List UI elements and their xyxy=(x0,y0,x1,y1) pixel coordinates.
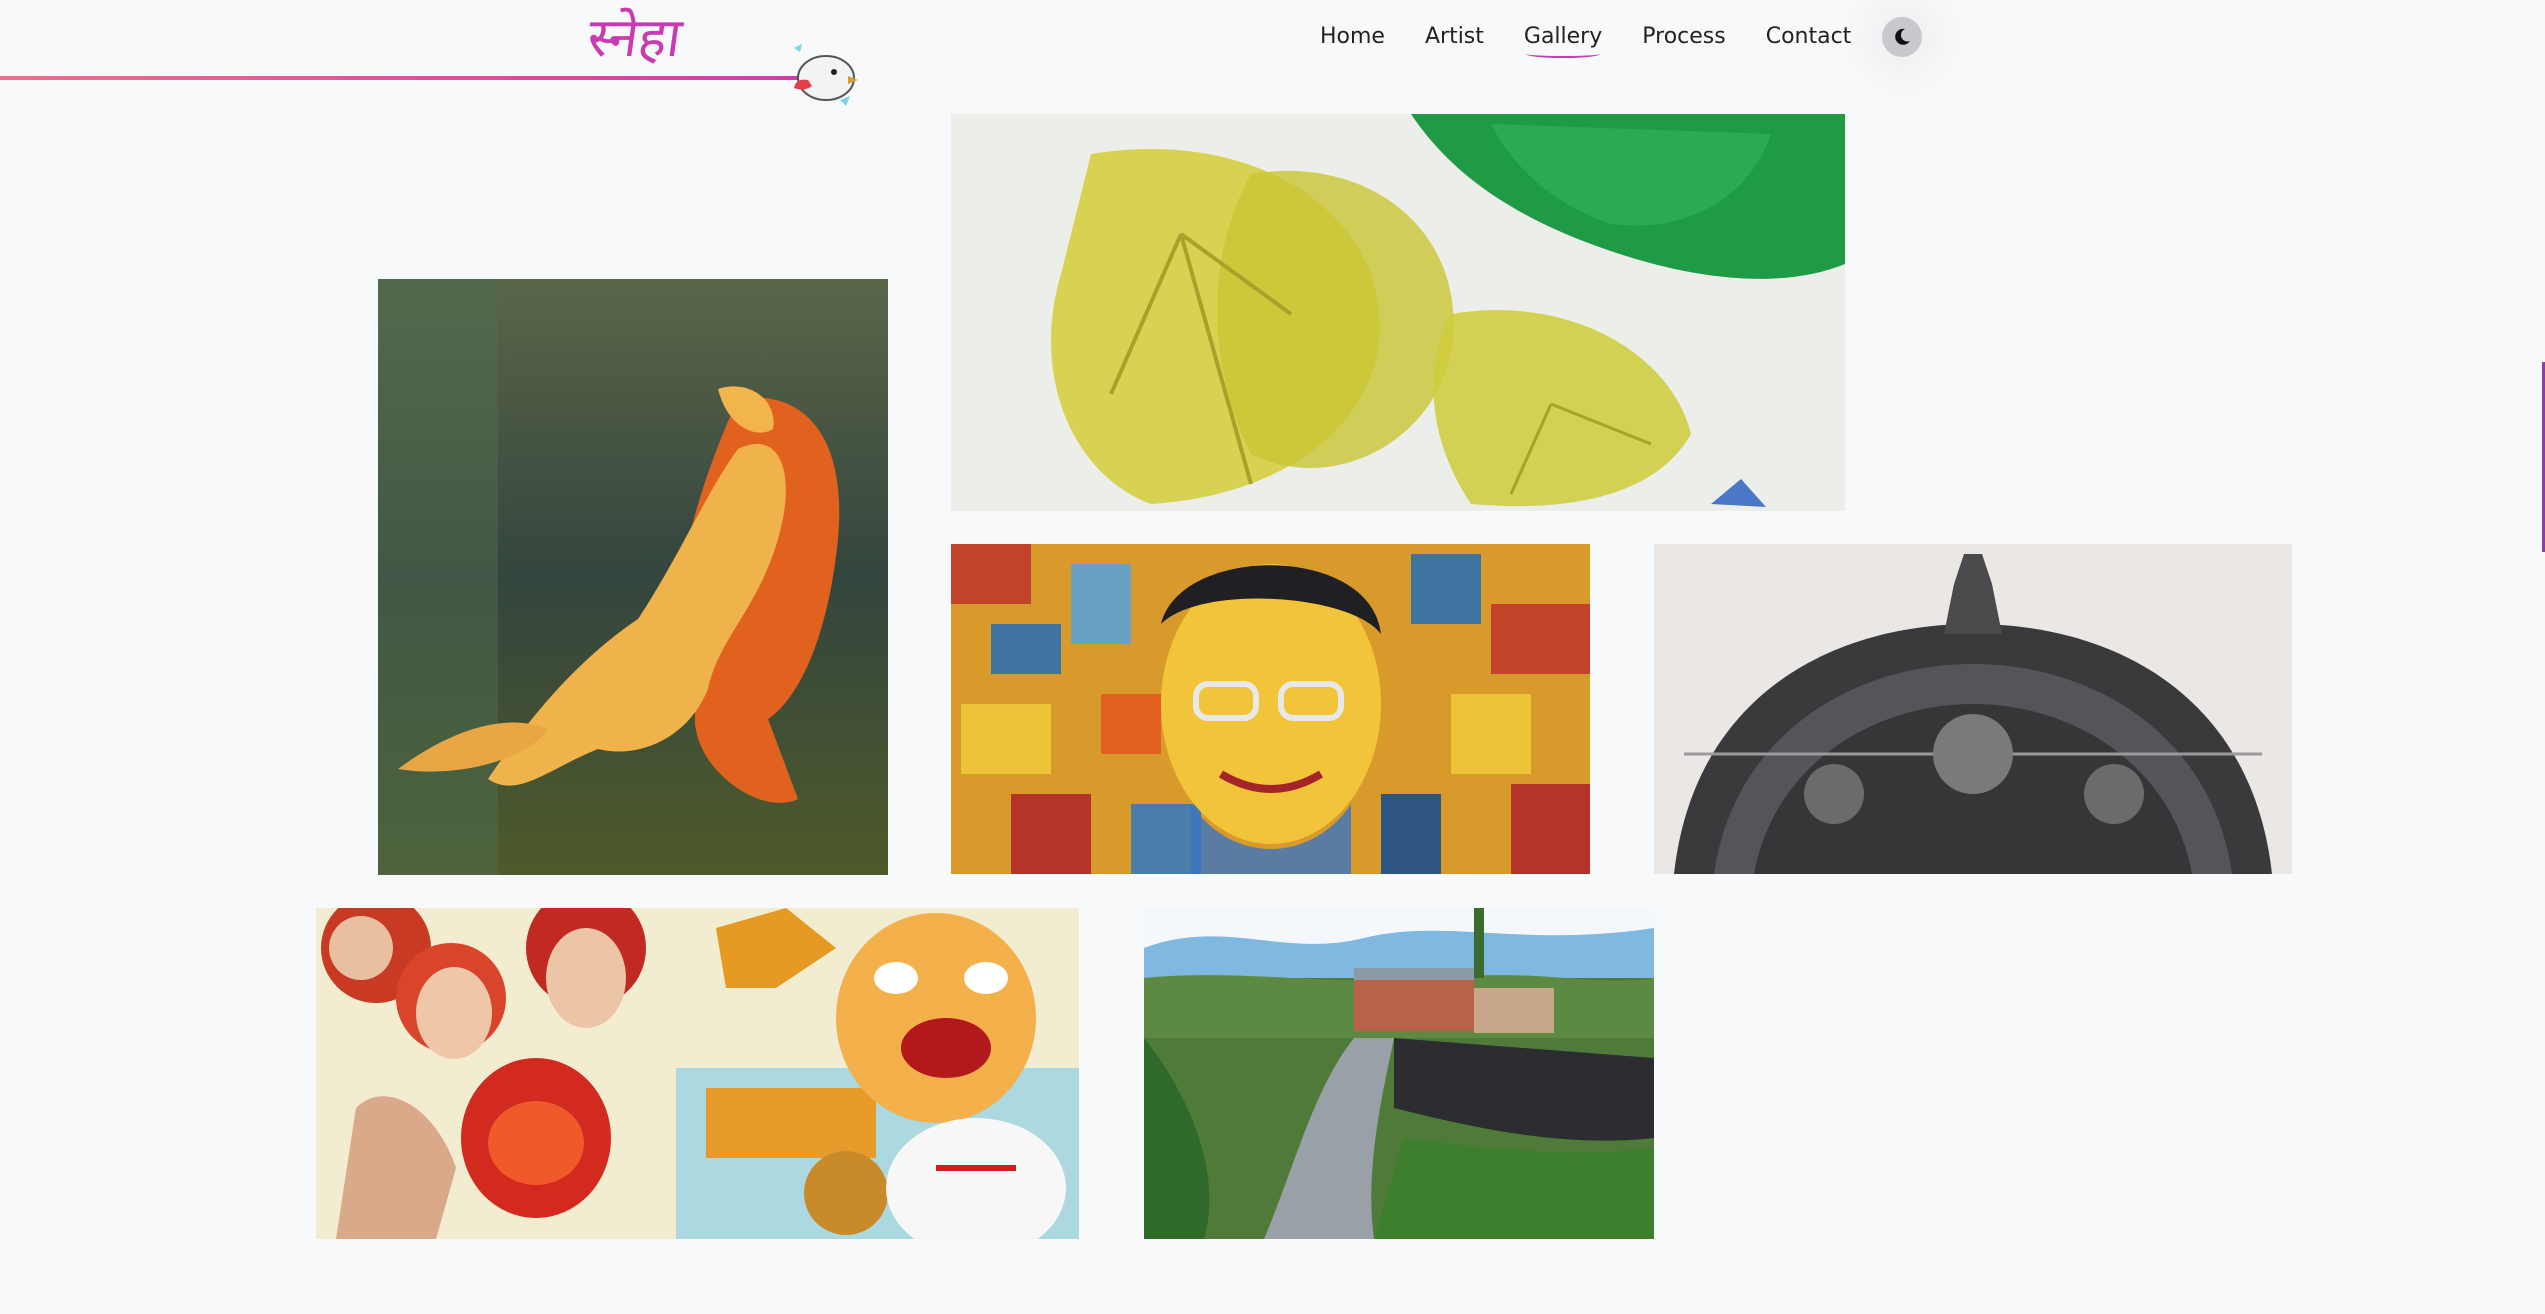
nav-process[interactable]: Process xyxy=(1642,18,1725,58)
header-gradient-line xyxy=(0,76,800,80)
bird-mascot-icon xyxy=(794,44,858,106)
main-nav: Home Artist Gallery Process Contact xyxy=(1320,18,1891,58)
nav-gallery[interactable]: Gallery xyxy=(1524,18,1602,58)
artwork-impasto-portrait[interactable] xyxy=(951,544,1590,874)
nav-contact[interactable]: Contact xyxy=(1766,18,1852,58)
artwork-village-landscape[interactable] xyxy=(1144,908,1654,1239)
artwork-reclining-figure[interactable] xyxy=(378,279,888,875)
artwork-leaf-print[interactable] xyxy=(951,114,1845,511)
nav-artist[interactable]: Artist xyxy=(1425,18,1484,58)
moon-icon xyxy=(1895,28,1910,45)
nav-home[interactable]: Home xyxy=(1320,18,1385,58)
theme-toggle-button[interactable] xyxy=(1882,17,1922,57)
site-logo[interactable]: स्नेहा xyxy=(584,6,686,70)
artwork-carved-torana[interactable] xyxy=(1654,544,2292,874)
artwork-nepali-festival-masks[interactable] xyxy=(316,908,1079,1239)
